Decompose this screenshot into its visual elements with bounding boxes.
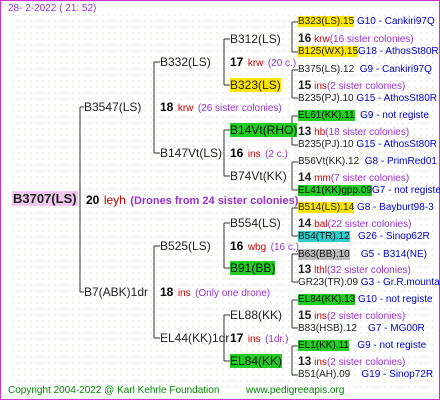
root-note: (Drones from 24 sister colonies) — [130, 195, 299, 207]
gen4-row-11[interactable]: B63(BB).10 G5 - B314(NE) — [298, 248, 427, 262]
gen1-info-1: 18 krw (26 sister colonies) — [160, 100, 282, 114]
connector-root — [79, 106, 84, 293]
gen3-queen-3[interactable]: B14Vt(RHO) — [230, 123, 298, 137]
gen4-row-5[interactable]: EL61(KK).11 G9 - not registe — [298, 109, 429, 123]
root-queen[interactable]: B3707(LS) — [12, 191, 78, 206]
gen2-info-2: 16 ins (2 c.) — [230, 146, 288, 160]
gen1-queen-2[interactable]: B7(ABK)1dr — [84, 285, 148, 299]
gen4-row-12[interactable]: GR23(TR).09 G3 - Gr.R.mounta — [298, 276, 440, 290]
gen4-row-4[interactable]: B235(PJ).10 G15 - AthosSt80R — [298, 92, 437, 106]
gen3-queen-4[interactable]: B74Vt(KK) — [230, 169, 287, 183]
gen4-row-14[interactable]: B83(HSB).12 G7 - MG00R — [298, 322, 425, 336]
root-info: 20 leyh (Drones from 24 sister colonies) — [86, 193, 298, 208]
gen4-row-1[interactable]: B323(LS).15 G10 - Cankiri97Q — [298, 15, 435, 29]
gen4-row-9[interactable]: B514(LS).14 G8 - Bayburt98-3 — [298, 201, 434, 215]
gen4-row-8[interactable]: EL41(KK)gpp.09G7 - not registe — [298, 184, 440, 198]
root-name: B3707(LS) — [12, 191, 78, 206]
root-year: 20 — [86, 193, 100, 207]
header-date: 28- 2-2022 ( 21: 52) — [8, 3, 97, 14]
gen3-queen-1[interactable]: B312(LS) — [230, 32, 281, 46]
gen4-row-2[interactable]: B125(WX).15G18 - AthosSt80R — [298, 45, 439, 59]
gen2-info-1: 17 krw (20 c.) — [230, 55, 297, 69]
footer-website[interactable]: www.pedigreeapis.org — [246, 384, 344, 398]
gen2-queen-2[interactable]: B147Vt(LS) — [160, 146, 222, 160]
gen2-queen-1[interactable]: B332(LS) — [160, 55, 211, 69]
gen3-queen-8[interactable]: EL84(KK) — [230, 354, 283, 368]
footer-copyright: Copyright 2004-2022 @ Karl Kehrle Founda… — [8, 385, 220, 396]
gen3-queen-2[interactable]: B323(LS) — [230, 78, 281, 92]
gen4-row-10[interactable]: B54(TR).12 G26 - Sinop62R — [298, 230, 430, 244]
gen2-queen-3[interactable]: B525(LS) — [160, 239, 211, 253]
gen2-queen-4[interactable]: EL44(KK)1dr — [160, 331, 229, 345]
gen3-queen-6[interactable]: B91(BB) — [230, 261, 276, 275]
gen3-queen-7[interactable]: EL88(KK) — [230, 308, 282, 322]
root-breeder: leyh — [103, 193, 126, 207]
gen4-row-7[interactable]: B56Vt(KK).12 G8 - PrimRed01 — [298, 155, 437, 169]
gen4-row-3[interactable]: B375(LS).12 G9 - Cankiri97Q — [298, 63, 432, 77]
gen4-row-15[interactable]: EL1(KK).11 G9 - not registe — [298, 339, 426, 353]
gen4-row-16[interactable]: B51(AH).09 G19 - Sinop72R — [298, 368, 433, 382]
gen2-info-4: 17 ins (1dr.) — [230, 331, 289, 345]
gen1-queen-1[interactable]: B3547(LS) — [84, 100, 141, 114]
gen1-info-2: 18 ins (Only one drone) — [160, 285, 271, 299]
gen4-row-13[interactable]: EL84(KK).13 G10 - not registe — [298, 293, 433, 307]
gen3-queen-5[interactable]: B554(LS) — [230, 216, 281, 230]
gen4-row-6[interactable]: B235(PJ).10 G15 - AthosSt80R — [298, 138, 437, 152]
gen2-info-3: 16 wbg (16 c.) — [230, 239, 299, 253]
